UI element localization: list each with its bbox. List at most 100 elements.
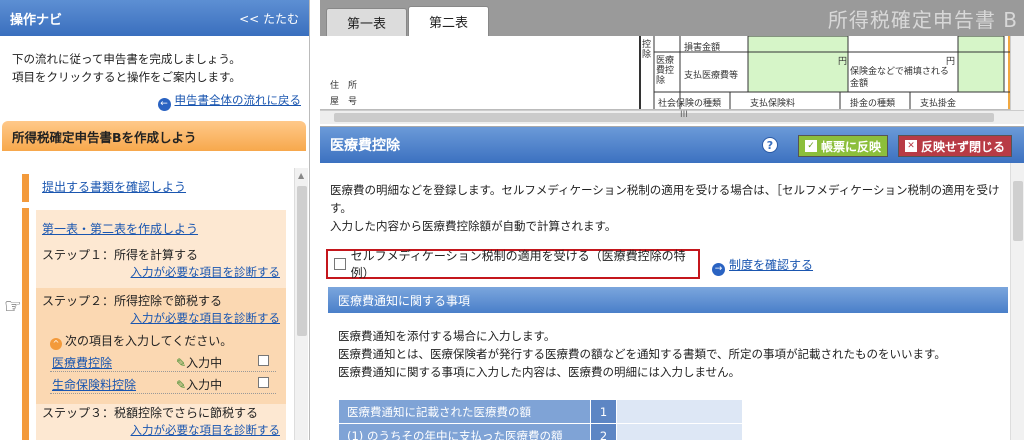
dialog-header: 医療費控除 ? ✓ 帳票に反映 ✕ 反映せず閉じる [320,127,1024,163]
section-line3: 医療費通知に関する事項に入力した内容は、医療費の明細には入力しません。 [338,365,741,379]
apply-to-form-button[interactable]: ✓ 帳票に反映 [798,135,889,157]
flow-back-link[interactable]: ← 申告書全体の流れに戻る [0,90,309,117]
self-medication-option[interactable]: セルフメディケーション税制の適用を受ける（医療費控除の特例） [326,249,700,280]
nav-item-documents[interactable]: 提出する書類を確認しよう [42,178,186,195]
step2-title: ステップ２：所得控除で節税する [42,294,223,308]
pencil-icon: ✎ [176,378,187,392]
notice-row-number: 1 [590,399,617,424]
chevron-up-circle-icon: ^ [50,338,62,350]
hand-pointer-icon: ☞ [4,294,22,318]
form-horizontal-scrollbar[interactable]: III [320,110,1024,124]
next-items-text: 次の項目を入力してください。 [65,334,233,348]
medical-deduction-dialog: 医療費控除 ? ✓ 帳票に反映 ✕ 反映せず閉じる 医療費の明細などを登録します。セ… [320,126,1024,440]
dialog-scrollbar[interactable] [1010,163,1024,440]
form-vertical-scrollbar[interactable] [1010,36,1024,110]
sub-item-status: ✎入力中 [176,354,222,371]
notice-row-input[interactable] [616,399,743,424]
desc-line3: 入力した内容から医療費控除額が自動で計算されます。 [330,219,617,233]
sub-item-life-insurance-link[interactable]: 生命保険料控除 [52,376,136,393]
form-hscroll-thumb[interactable] [334,113,994,122]
form-kakekin-label: 掛金の種類 [850,99,896,109]
close-icon: ✕ [905,140,917,152]
form-son-label: 損害金額 [684,43,721,53]
desc-line1: 医療費の明細などを登録します。セルフメディケーション税制の適用を受ける場合は、［… [330,183,1000,197]
notice-section-header: 医療費通知に関する事項 [328,287,1008,313]
tab-second-sheet[interactable]: 第二表 [408,6,490,36]
operation-nav-panel: 操作ナビ << たたむ 下の流れに従って申告書を完成しましょう。 項目をクリック… [0,0,310,440]
dialog-description: 医療費の明細などを登録します。セルフメディケーション税制の適用を受ける場合は、［… [330,181,1006,235]
scroll-grip-icon: III [680,110,688,120]
step1-title: ステップ１：所得を計算する [42,248,199,262]
nav-steps-area: 提出する書類を確認しよう 第一表・第二表を作成しよう ステップ１：所得を計算する… [0,160,310,440]
dialog-title: 医療費控除 [330,138,400,154]
main-pane: 第一表 第二表 所得税確定申告書 B 住 所 屋 号 控除 医療費控除 損害金額 [320,0,1024,440]
nav-section-title: 所得税確定申告書Bを作成しよう [2,121,306,151]
tab-bar: 第一表 第二表 所得税確定申告書 B [320,0,1024,36]
form-yen-label: 円 [838,57,848,67]
notice-row-label: (1) のうちその年中に支払った医療費の額 [338,423,591,440]
notice-row-number: 2 [590,423,617,440]
arrow-right-circle-icon: → [712,263,725,276]
notice-table: 医療費通知に記載された医療費の額 1 (1) のうちその年中に支払った医療費の額… [338,399,743,440]
form-iryo-label: 医療費控除 [656,56,675,86]
nav-scrollbar-thumb[interactable] [297,186,307,336]
form-shiharai-label: 支払医療費等 [684,71,739,81]
scroll-up-arrow-icon[interactable]: ▲ [298,171,304,180]
sub-item-status: ✎入力中 [176,376,222,393]
nav-intro: 下の流れに従って申告書を完成しましょう。 項目をクリックすると操作をご案内します… [0,36,309,90]
dialog-scrollbar-thumb[interactable] [1013,181,1023,241]
form-kojo-label: 控除 [642,40,652,60]
step3-title: ステップ３：税額控除でさらに節税する [42,406,259,420]
self-medication-checkbox[interactable] [334,258,346,270]
check-chevron-icon: ✓ [805,140,817,152]
sub-item-checkbox[interactable] [258,377,269,388]
form-hoken-label: 保険金などで補填される金額 [850,67,949,89]
nav-intro-line2: 項目をクリックすると操作をご案内します。 [12,70,241,84]
progress-bar-top [22,174,29,202]
section-line2: 医療費通知とは、医療保険者が発行する医療費の額などを通知する書類で、所定の事項が… [338,347,946,361]
check-system-link-label: 制度を確認する [729,258,814,272]
section-line1: 医療費通知を添付する場合に入力します。 [338,329,556,343]
tab-first-sheet[interactable]: 第一表 [326,8,408,36]
table-row: (1) のうちその年中に支払った医療費の額 2 [338,423,743,440]
dialog-body: 医療費の明細などを登録します。セルフメディケーション税制の適用を受ける場合は、［… [320,163,1010,440]
pencil-icon: ✎ [176,356,187,370]
sub-item-status-text: 入力中 [186,356,223,370]
sub-item-row[interactable]: 医療費控除 ✎入力中 [50,352,276,372]
step3-diagnose-link[interactable]: 入力が必要な項目を診断する [131,422,281,438]
desc-line2: す。 [330,201,352,215]
form-address-label: 住 所 [330,81,358,91]
help-icon[interactable]: ? [762,137,778,153]
arrow-left-circle-icon: ← [157,98,171,111]
form-shiharai-hoken-label: 支払保険料 [750,99,796,109]
check-system-link[interactable]: → 制度を確認する [712,256,813,276]
nav-collapse-button[interactable]: << たたむ [239,10,299,27]
next-items-note: ^ 次の項目を入力してください。 [50,332,232,350]
sub-item-row[interactable]: 生命保険料控除 ✎入力中 [50,374,276,394]
step2-diagnose-link[interactable]: 入力が必要な項目を診断する [131,310,281,326]
form-yago-label: 屋 号 [330,97,358,107]
form-yen-label-2: 円 [946,57,956,67]
nav-title: 操作ナビ [10,12,63,28]
progress-bar-main [22,208,29,440]
notice-section-description: 医療費通知を添付する場合に入力します。 医療費通知とは、医療保険者が発行する医療… [338,327,1006,381]
nav-intro-line1: 下の流れに従って申告書を完成しましょう。 [12,52,241,66]
self-medication-label: セルフメディケーション税制の適用を受ける（医療費控除の特例） [350,249,686,280]
table-row: 医療費通知に記載された医療費の額 1 [338,399,743,424]
notice-row-label: 医療費通知に記載された医療費の額 [338,399,591,424]
tax-form-preview[interactable]: 住 所 屋 号 控除 医療費控除 損害金額 支払医療費等 円 保険金などで補填さ… [320,36,1010,110]
nav-item-forms[interactable]: 第一表・第二表を作成しよう [42,220,198,237]
sub-item-medical-link[interactable]: 医療費控除 [52,354,112,371]
form-shiharai-kake-label: 支払掛金 [920,99,957,109]
close-without-apply-button[interactable]: ✕ 反映せず閉じる [898,135,1013,157]
step1-diagnose-link[interactable]: 入力が必要な項目を診断する [131,264,281,280]
sub-item-checkbox[interactable] [258,355,269,366]
cancel-button-label: 反映せず閉じる [921,139,1006,154]
form-title: 所得税確定申告書 B [827,8,1018,32]
form-shakai-label: 社会保険の種類 [658,99,722,109]
nav-header: 操作ナビ << たたむ [0,0,309,36]
notice-row-input[interactable] [616,423,743,440]
nav-scrollbar[interactable]: ▲ [294,168,308,440]
sub-item-status-text: 入力中 [186,378,223,392]
flow-back-link-label: 申告書全体の流れに戻る [174,93,302,107]
